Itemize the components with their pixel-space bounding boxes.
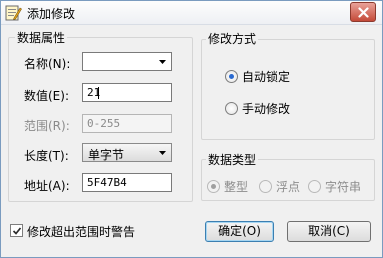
radio-label: 自动锁定 — [242, 70, 291, 84]
data-attributes-title: 数据属性 — [15, 29, 68, 46]
radio-button[interactable] — [225, 102, 238, 115]
name-label: 名称(N): — [24, 57, 71, 71]
radio-float[interactable]: 浮点 — [259, 178, 300, 195]
radio-button[interactable] — [259, 180, 272, 193]
radio-label: 浮点 — [276, 180, 301, 194]
length-selected: 单字节 — [88, 148, 125, 162]
radio-button[interactable] — [225, 70, 238, 83]
checkmark-icon — [12, 227, 22, 235]
close-button[interactable] — [350, 2, 376, 22]
radio-string[interactable]: 字符串 — [308, 178, 361, 195]
address-input[interactable]: 5F47B4 — [82, 173, 172, 192]
length-select[interactable]: 单字节 — [82, 143, 172, 162]
chevron-down-icon — [159, 151, 166, 155]
warning-label[interactable]: 修改超出范围时警告 — [27, 223, 135, 240]
close-icon — [358, 7, 369, 18]
cancel-button[interactable]: 取消(C) — [287, 221, 371, 242]
data-type-title: 数据类型 — [206, 151, 259, 168]
address-text: 5F47B4 — [87, 176, 127, 189]
value-input[interactable]: 21 — [82, 83, 172, 102]
radio-button[interactable] — [308, 180, 321, 193]
radio-manual-modify[interactable]: 手动修改 — [225, 100, 290, 117]
range-input: 0-255 — [82, 114, 172, 133]
radio-integer[interactable]: 整型 — [207, 178, 248, 195]
range-text: 0-255 — [87, 117, 121, 130]
range-label: 范围(R): — [24, 119, 70, 133]
length-label: 长度(T): — [24, 149, 69, 163]
add-modify-dialog: 添加修改 数据属性 名称(N): 数值(E): 21 范围(R): 0-255 … — [0, 0, 383, 258]
radio-auto-lock[interactable]: 自动锁定 — [225, 68, 290, 85]
warning-checkbox[interactable] — [10, 224, 23, 237]
address-label: 地址(A): — [24, 179, 70, 193]
edit-document-icon — [5, 4, 22, 21]
radio-button[interactable] — [207, 180, 220, 193]
name-combobox[interactable] — [82, 52, 172, 71]
chevron-down-icon — [159, 60, 166, 64]
text-caret — [98, 87, 99, 99]
modify-mode-title: 修改方式 — [206, 30, 259, 47]
radio-label: 字符串 — [325, 180, 362, 194]
modify-mode-group — [201, 39, 375, 140]
radio-label: 整型 — [224, 180, 249, 194]
ok-button[interactable]: 确定(O) — [205, 221, 274, 242]
title-bar[interactable]: 添加修改 — [1, 1, 382, 25]
value-label: 数值(E): — [24, 89, 69, 103]
radio-label: 手动修改 — [242, 102, 291, 116]
window-title: 添加修改 — [27, 7, 76, 21]
